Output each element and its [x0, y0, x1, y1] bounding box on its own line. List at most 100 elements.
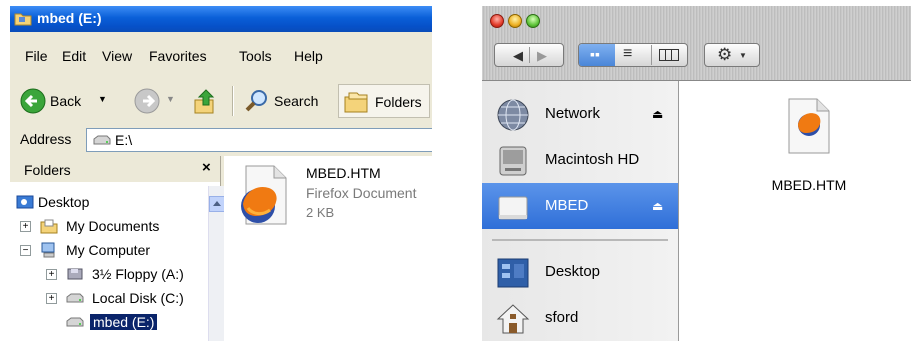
back-button[interactable]: Back ▼ — [18, 84, 130, 118]
hard-drive-icon — [66, 293, 84, 303]
button-divider — [529, 47, 530, 63]
sidebar-item-macintosh-hd[interactable]: Macintosh HD — [482, 137, 678, 183]
back-icon[interactable]: ◀ — [513, 48, 523, 64]
tree-item-floppy[interactable]: + 3½ Floppy (A:) — [10, 264, 206, 286]
computer-icon — [41, 242, 55, 258]
search-button[interactable]: Search — [242, 84, 328, 118]
tree-item-mbed[interactable]: mbed (E:) — [10, 312, 206, 334]
eject-icon[interactable]: ⏏ — [652, 107, 663, 121]
folders-label: Folders — [375, 94, 422, 110]
address-value: E:\ — [115, 132, 133, 148]
back-dropdown-icon[interactable]: ▼ — [98, 94, 107, 104]
close-icon[interactable]: × — [202, 159, 211, 176]
column-line — [665, 50, 666, 60]
hard-disk-icon — [499, 146, 527, 176]
file-item[interactable]: MBED.HTM — [749, 91, 869, 201]
sidebar-separator — [492, 239, 668, 241]
address-input[interactable]: E:\ — [86, 128, 432, 152]
column-view-icon[interactable] — [659, 49, 679, 61]
expand-icon[interactable]: + — [46, 293, 57, 304]
minimize-window-icon[interactable] — [508, 14, 522, 28]
folder-icon — [14, 13, 32, 26]
sidebar-label: sford — [545, 309, 579, 326]
chevron-down-icon: ▼ — [739, 51, 747, 60]
forward-dropdown-icon[interactable]: ▼ — [166, 94, 175, 104]
finder-content: MBED.HTM — [679, 81, 911, 341]
folders-pane: Folders × Desktop + My Documents − My Co… — [10, 156, 225, 341]
folders-pane-header: Folders × — [10, 156, 220, 182]
xp-title-bar[interactable]: mbed (E:) — [10, 6, 432, 32]
back-label: Back — [50, 93, 82, 109]
address-label: Address — [20, 131, 72, 147]
tree-item-my-documents[interactable]: + My Documents — [10, 216, 206, 238]
xp-toolbar: Back ▼ ▼ Search Folders — [10, 78, 432, 126]
menu-file[interactable]: File — [25, 48, 48, 64]
folders-button[interactable]: Folders — [338, 84, 430, 118]
tree-item-local-disk[interactable]: + Local Disk (C:) — [10, 288, 206, 310]
expand-icon[interactable]: + — [20, 221, 31, 232]
file-item[interactable]: MBED.HTM Firefox Document 2 KB — [234, 162, 430, 232]
mac-toolbar: ◀ ▶ ▪▪ ≡ ⚙ ▼ — [482, 6, 911, 81]
xp-window-title: mbed (E:) — [37, 10, 102, 26]
menu-tools[interactable]: Tools — [239, 48, 272, 64]
external-drive-icon — [498, 196, 528, 220]
desktop-icon — [497, 258, 529, 288]
up-folder-button[interactable] — [186, 84, 222, 118]
firefox-document-icon — [788, 98, 830, 154]
sidebar-item-home[interactable]: sford — [482, 295, 678, 341]
menu-favorites[interactable]: Favorites — [149, 48, 207, 64]
icon-view-button[interactable]: ▪▪ — [579, 44, 615, 66]
network-globe-icon — [497, 99, 529, 131]
folders-icon — [344, 92, 368, 113]
floppy-drive-icon — [67, 268, 83, 280]
folder-tree: Desktop + My Documents − My Computer + 3… — [10, 186, 206, 341]
sidebar-label: Network — [545, 105, 601, 122]
up-folder-icon — [194, 89, 215, 114]
file-name: MBED.HTM — [306, 165, 381, 181]
forward-icon[interactable]: ▶ — [537, 48, 547, 64]
sidebar-item-desktop[interactable]: Desktop — [482, 249, 678, 295]
close-window-icon[interactable] — [490, 14, 504, 28]
list-view-icon[interactable]: ≡ — [623, 45, 632, 63]
menu-help[interactable]: Help — [294, 48, 323, 64]
tree-item-label: Local Disk (C:) — [92, 290, 184, 306]
documents-folder-icon — [40, 219, 58, 234]
search-icon — [245, 90, 267, 112]
action-menu-button[interactable]: ⚙ ▼ — [704, 43, 760, 67]
toolbar-separator — [232, 86, 234, 116]
forward-arrow-icon — [134, 88, 160, 114]
column-line — [671, 50, 672, 60]
tree-item-label: Desktop — [38, 194, 90, 210]
tree-item-my-computer[interactable]: − My Computer — [10, 240, 206, 262]
sidebar-item-mbed[interactable]: MBED ⏏ — [482, 183, 678, 229]
expand-icon[interactable]: + — [46, 269, 57, 280]
file-type: Firefox Document — [306, 185, 417, 201]
menu-edit[interactable]: Edit — [62, 48, 86, 64]
menu-view[interactable]: View — [102, 48, 132, 64]
eject-icon[interactable]: ⏏ — [652, 199, 663, 213]
xp-file-view: MBED.HTM Firefox Document 2 KB — [224, 156, 432, 341]
back-forward-buttons[interactable]: ◀ ▶ — [494, 43, 564, 67]
tree-item-label: mbed (E:) — [90, 314, 158, 330]
finder-sidebar: Network ⏏ Macintosh HD MBED ⏏ Desktop sf… — [482, 81, 679, 341]
gear-icon: ⚙ — [717, 45, 733, 64]
removable-drive-icon — [66, 317, 84, 327]
tree-item-desktop[interactable]: Desktop — [10, 192, 206, 214]
search-label: Search — [274, 93, 319, 109]
tree-item-label: 3½ Floppy (A:) — [92, 266, 184, 282]
button-divider — [651, 45, 652, 65]
scroll-up-icon[interactable] — [209, 196, 225, 212]
forward-button[interactable]: ▼ — [122, 84, 182, 118]
sidebar-item-network[interactable]: Network ⏏ — [482, 91, 678, 137]
collapse-icon[interactable]: − — [20, 245, 31, 256]
view-buttons: ▪▪ ≡ — [578, 43, 688, 67]
drive-icon — [93, 135, 111, 145]
folders-pane-title: Folders — [24, 162, 71, 178]
sidebar-label: Macintosh HD — [545, 151, 640, 168]
tree-item-label: My Computer — [66, 242, 151, 258]
vertical-scrollbar[interactable] — [208, 186, 225, 341]
firefox-document-icon — [241, 165, 287, 225]
file-size: 2 KB — [306, 205, 335, 220]
sidebar-label: Desktop — [545, 263, 601, 280]
zoom-window-icon[interactable] — [526, 14, 540, 28]
